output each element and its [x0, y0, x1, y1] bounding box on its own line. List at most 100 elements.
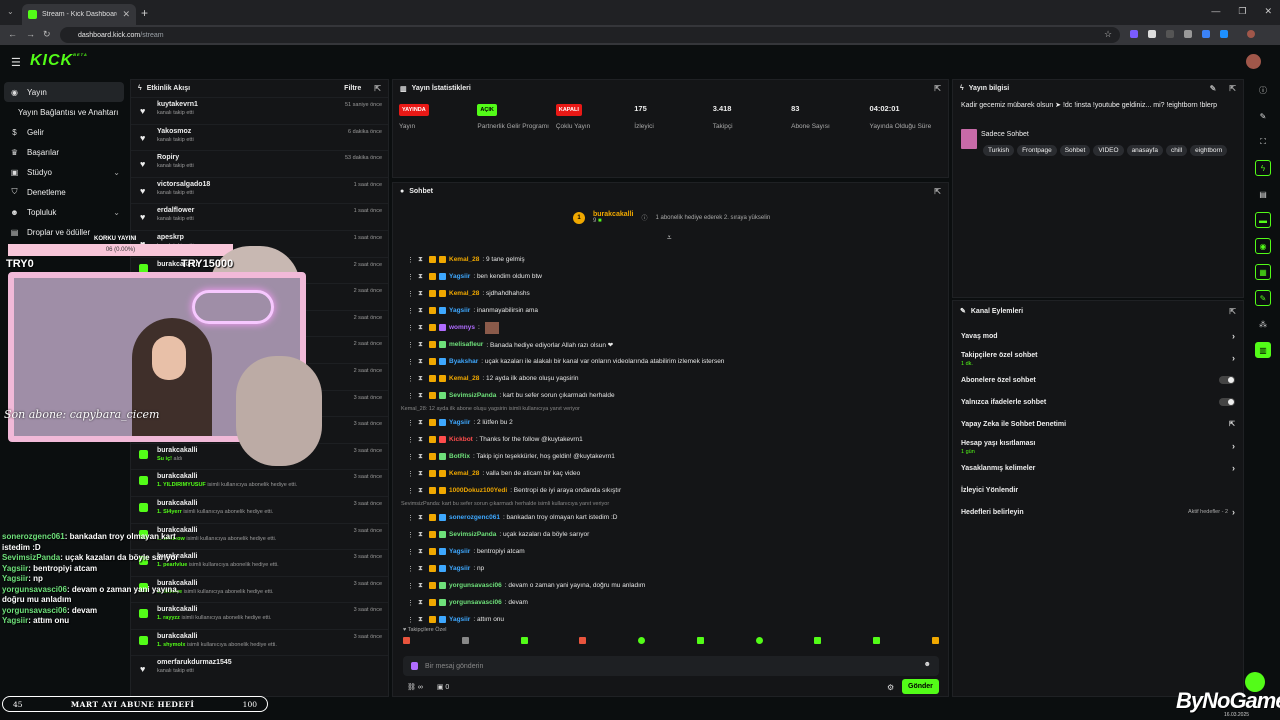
emote-icon[interactable]: [931, 637, 939, 644]
document-icon[interactable]: ▤: [1255, 186, 1271, 202]
chat-message[interactable]: ⋮ ⧗ SevimsizPanda: kart bu sefer sorun çık…: [401, 387, 941, 404]
chat-username[interactable]: BotRix: [449, 453, 470, 460]
sidebar-item-basarilar[interactable]: ♛ Başarılar: [0, 142, 128, 162]
tag-chip[interactable]: Frontpage: [1017, 145, 1057, 156]
chat-username[interactable]: Kickbot: [449, 436, 473, 443]
stats-icon[interactable]: ▥: [1255, 342, 1271, 358]
pinned-user[interactable]: burakcakalli: [593, 211, 633, 218]
sidebar-item-denetleme[interactable]: ⛉ Denetleme: [0, 182, 128, 202]
pin-icon[interactable]: ⋮: [407, 548, 415, 556]
toggle-switch[interactable]: [1219, 376, 1235, 384]
timeout-icon[interactable]: ⧗: [418, 392, 426, 399]
tag-chip[interactable]: chill: [1165, 145, 1188, 156]
timeout-icon[interactable]: ⧗: [418, 341, 426, 348]
activity-row[interactable]: burakcakalli 1. shymolx isimli kullanıcıy…: [131, 628, 388, 656]
timeout-icon[interactable]: ⧗: [418, 470, 426, 477]
timeout-icon[interactable]: ⧗: [418, 565, 426, 572]
users-icon[interactable]: ⛓ ∞: [407, 683, 423, 691]
forward-icon[interactable]: →: [26, 29, 35, 39]
chat-message[interactable]: ⋮ ⧗ sonerozgenc061: bankadan troy olmayan …: [401, 509, 941, 526]
avatar[interactable]: [1246, 54, 1261, 69]
channel-action-row[interactable]: Yalnızca ifadelerle sohbet: [953, 391, 1243, 413]
extension-icon[interactable]: [1166, 30, 1174, 38]
chat-message[interactable]: ⋮ ⧗ Yagsiir: np: [401, 560, 941, 577]
collapse-icon[interactable]: ⩡: [667, 233, 672, 243]
profile-avatar[interactable]: [1247, 30, 1255, 38]
pin-icon[interactable]: ⋮: [407, 273, 415, 281]
channel-action-row[interactable]: Yavaş mod ›: [953, 325, 1243, 347]
channel-action-row[interactable]: Yapay Zeka ile Sohbet Denetimi ⇱: [953, 413, 1243, 435]
popout-icon[interactable]: ⇱: [934, 84, 941, 93]
activity-row[interactable]: ♥ omerfarukdurmaz1545 kanalı takip etti: [131, 655, 388, 682]
channel-action-row[interactable]: Takipçilere özel sohbet 1 dk. ›: [953, 347, 1243, 369]
emote-icon[interactable]: [461, 637, 469, 644]
channel-action-row[interactable]: Abonelere özel sohbet: [953, 369, 1243, 391]
chat-username[interactable]: Kemal_28: [449, 290, 479, 297]
chat-username[interactable]: Kemal_28: [449, 375, 479, 382]
emote-icon[interactable]: [814, 637, 822, 644]
chat-username[interactable]: Yagsiir: [449, 565, 470, 572]
timeout-icon[interactable]: ⧗: [418, 616, 426, 623]
chat-username[interactable]: yorgunsavasci06: [449, 582, 502, 589]
extension-icon[interactable]: [1148, 30, 1156, 38]
channel-action-row[interactable]: İzleyici Yönlendir: [953, 479, 1243, 501]
send-button[interactable]: Gönder: [902, 679, 939, 694]
url-bar[interactable]: dashboard.kick.com/stream: [60, 27, 1120, 43]
chat-bubble-icon[interactable]: ▬: [1255, 212, 1271, 228]
popout-icon[interactable]: ⇱: [934, 187, 941, 196]
grid-icon[interactable]: ▦: [1255, 264, 1271, 280]
chat-message[interactable]: ⋮ ⧗ Kemal_28: 12 ayda ilk abone oluşu yags…: [401, 370, 941, 387]
pin-icon[interactable]: ⋮: [407, 531, 415, 539]
chat-message[interactable]: ⋮ ⧗ Kickbot: Thanks for the follow @kuytak…: [401, 431, 941, 448]
chat-message[interactable]: ⋮ ⧗ Byakshar: uçak kazaları ile alakalı bi…: [401, 353, 941, 370]
timeout-icon[interactable]: ⧗: [418, 324, 426, 331]
sidebar-item-studyo[interactable]: ▣ Stüdyo ⌄: [0, 162, 128, 182]
pin-icon[interactable]: ⋮: [407, 436, 415, 444]
chat-message[interactable]: ⋮ ⧗ Yagsiir: bentropiyi atcam: [401, 543, 941, 560]
chat-username[interactable]: Yagsiir: [449, 616, 470, 623]
users-icon[interactable]: ⁂: [1255, 316, 1271, 332]
timeout-icon[interactable]: ⧗: [418, 358, 426, 365]
timeout-icon[interactable]: ⧗: [418, 453, 426, 460]
settings-gear-icon[interactable]: ⚙: [887, 683, 894, 692]
maximize-button[interactable]: ❐: [1238, 6, 1246, 17]
timeout-icon[interactable]: ⧗: [418, 599, 426, 606]
chat-username[interactable]: melisafleur: [449, 341, 483, 348]
channel-action-row[interactable]: Hedefleri belirleyin Aktif hedefler - 2 ›: [953, 501, 1243, 523]
minimize-button[interactable]: —: [1211, 6, 1220, 17]
timeout-icon[interactable]: ⧗: [418, 290, 426, 297]
reload-icon[interactable]: ↻: [43, 29, 51, 40]
extension-icon[interactable]: [1130, 30, 1138, 38]
popout-icon[interactable]: ⇱: [1229, 307, 1236, 316]
channel-action-row[interactable]: Yasaklanmış kelimeler ›: [953, 457, 1243, 479]
chat-username[interactable]: Byakshar: [449, 358, 478, 365]
pin-icon[interactable]: ⋮: [407, 392, 415, 400]
chat-username[interactable]: womnys: [449, 324, 475, 331]
timeout-icon[interactable]: ⧗: [418, 307, 426, 314]
chat-username[interactable]: Yagsiir: [449, 419, 470, 426]
browser-tab[interactable]: Stream - Kick Dashboard ✕: [22, 4, 136, 25]
pin-icon[interactable]: ⋮: [407, 470, 415, 478]
pin-icon[interactable]: ⋮: [407, 582, 415, 590]
kick-logo[interactable]: KICKBETA: [30, 52, 88, 70]
chat-username[interactable]: Kemal_28: [449, 470, 479, 477]
filter-button[interactable]: Filtre: [344, 85, 361, 92]
chat-message[interactable]: ⋮ ⧗ Kemal_28: valla ben de aticam bir kaç …: [401, 465, 941, 482]
pin-icon[interactable]: ⋮: [407, 375, 415, 383]
sidebar-item-topluluk[interactable]: ☻ Topluluk ⌄: [0, 202, 128, 222]
chat-input[interactable]: Bir mesaj gönderin ☻: [403, 656, 939, 676]
pin-icon[interactable]: ⋮: [407, 290, 415, 298]
chat-message[interactable]: ⋮ ⧗ melisafleur: Banada hediye ediyorlar A…: [401, 336, 941, 353]
timeout-icon[interactable]: ⧗: [418, 375, 426, 382]
emote-icon[interactable]: [403, 637, 410, 644]
tab-search-icon[interactable]: ⌄: [7, 7, 14, 16]
timeout-icon[interactable]: ⧗: [418, 256, 426, 263]
pin-icon[interactable]: ⋮: [407, 307, 415, 315]
wrench-icon[interactable]: ✎: [1255, 290, 1271, 306]
chat-message[interactable]: ⋮ ⧗ Yagsiir: inanmayabilirsin ama: [401, 302, 941, 319]
edit-pencil-icon[interactable]: ✎: [1210, 84, 1217, 93]
broadcast-icon[interactable]: ◉: [1255, 238, 1271, 254]
emoji-icon[interactable]: ☻: [924, 661, 931, 668]
chat-message[interactable]: ⋮ ⧗ Kemal_28: sjdhahdhahshs: [401, 285, 941, 302]
timeout-icon[interactable]: ⧗: [418, 487, 426, 494]
